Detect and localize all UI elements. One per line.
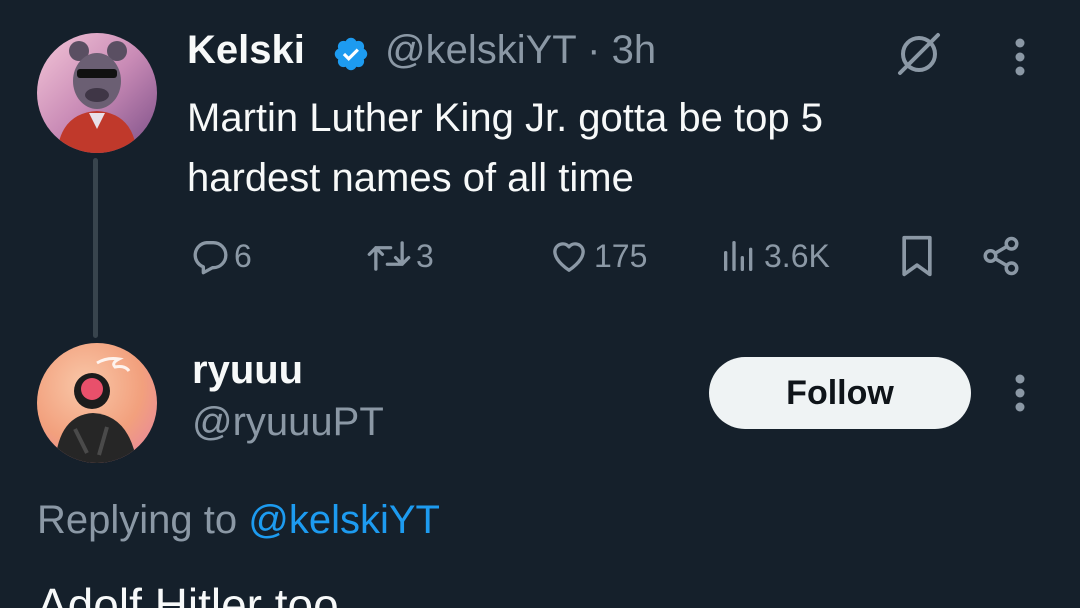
thread-connector-line	[93, 158, 98, 338]
like-count: 175	[594, 237, 648, 274]
reply-count: 6	[234, 237, 252, 274]
share-icon[interactable]	[978, 232, 1024, 280]
views-count: 3.6K	[764, 237, 830, 274]
bookmark-icon[interactable]	[895, 232, 939, 280]
reply-author-name[interactable]: ryuuu	[192, 348, 303, 393]
replying-to-line: Replying to @kelskiYT	[37, 498, 440, 543]
views-bars-icon	[718, 236, 760, 276]
tweet-text: Martin Luther King Jr. gotta be top 5 ha…	[187, 96, 823, 200]
views-button[interactable]: 3.6K	[718, 232, 830, 280]
retweet-count: 3	[416, 237, 434, 274]
heart-icon	[548, 236, 590, 276]
retweet-icon	[366, 236, 412, 276]
replying-to-prefix: Replying to	[37, 498, 238, 542]
more-dots-icon[interactable]	[1000, 36, 1040, 78]
replying-to-handle-link[interactable]: @kelskiYT	[248, 498, 440, 542]
verified-badge-icon	[332, 35, 370, 78]
follow-button[interactable]: Follow	[709, 357, 971, 429]
separator-dot: ·	[587, 28, 601, 72]
tweet-thread: Kelski @kelskiYT · 3h Martin Luther King…	[0, 0, 1080, 608]
reply-tweet-text: Adolf Hitler too	[37, 579, 339, 608]
like-button[interactable]: 175	[548, 232, 647, 280]
reply-button[interactable]: 6	[190, 232, 252, 280]
reply-bubble-icon	[190, 236, 230, 276]
author-name[interactable]: Kelski	[187, 28, 305, 73]
ryuuu-avatar[interactable]	[37, 343, 157, 463]
kelski-avatar[interactable]	[37, 33, 157, 153]
retweet-button[interactable]: 3	[366, 232, 434, 280]
reply-more-dots-icon[interactable]	[1000, 372, 1040, 414]
author-handle[interactable]: @kelskiYT · 3h	[385, 28, 656, 73]
reply-author-handle[interactable]: @ryuuuPT	[192, 400, 384, 445]
timestamp[interactable]: 3h	[612, 28, 657, 72]
grok-icon[interactable]	[893, 28, 945, 80]
